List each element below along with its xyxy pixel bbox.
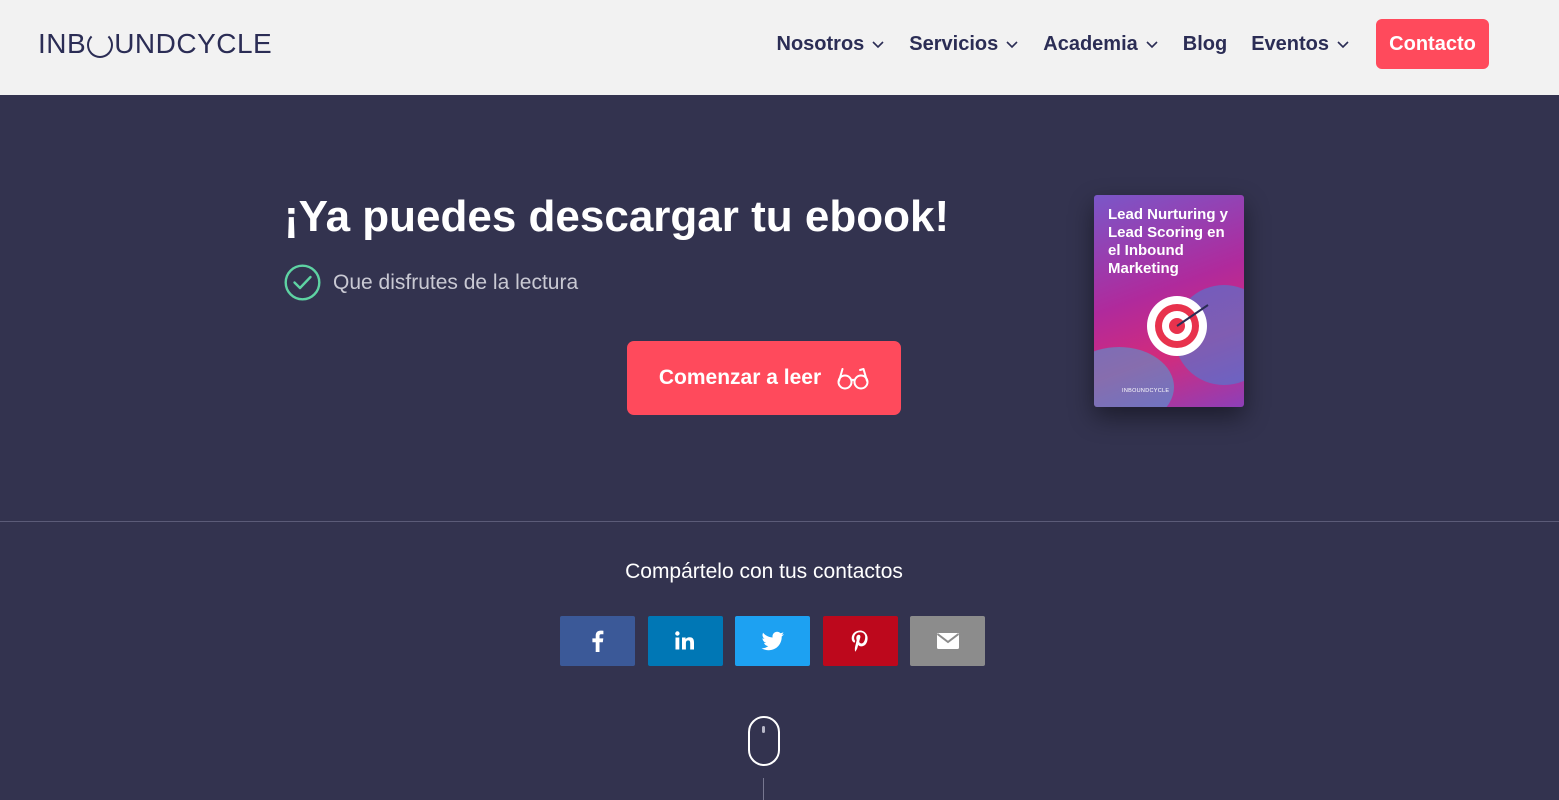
- nav-item-label: Nosotros: [776, 32, 865, 55]
- share-email-button[interactable]: [910, 616, 985, 666]
- ebook-cover: Lead Nurturing y Lead Scoring en el Inbo…: [1094, 195, 1244, 407]
- chevron-down-icon: [872, 41, 884, 49]
- share-label: Compártelo con tus contactos: [625, 560, 903, 583]
- check-circle-icon: [284, 264, 321, 301]
- nav-item-label: Blog: [1182, 32, 1228, 55]
- nav-item-label: Eventos: [1251, 32, 1329, 55]
- scroll-down-mouse-icon[interactable]: [748, 716, 780, 766]
- nav-item-label: Servicios: [909, 32, 999, 55]
- mouse-wheel: [762, 726, 765, 733]
- logo-text-end: UNDCYCLE: [114, 28, 273, 59]
- linkedin-icon: [675, 631, 694, 650]
- envelope-icon: [936, 633, 959, 649]
- pinterest-icon: [851, 630, 868, 652]
- nav-item-nosotros[interactable]: Nosotros: [777, 33, 886, 56]
- chevron-down-icon: [1337, 41, 1349, 49]
- scroll-indicator-line: [763, 778, 764, 800]
- success-text: Que disfrutes de la lectura: [333, 270, 579, 294]
- site-header: INB UNDCYCLE Nosotros Servicios Academia …: [0, 0, 1559, 95]
- ebook-title: Lead Nurturing y Lead Scoring en el Inbo…: [1108, 206, 1229, 277]
- start-reading-label: Comenzar a leer: [658, 366, 822, 389]
- nav-item-label: Academia: [1043, 32, 1138, 55]
- ebook-brand: INBOUNDCYCLE: [1122, 388, 1170, 394]
- twitter-icon: [761, 631, 784, 651]
- contact-button[interactable]: Contacto: [1376, 19, 1489, 69]
- share-buttons: [560, 616, 998, 666]
- inboundcycle-logo[interactable]: INB UNDCYCLE: [38, 27, 272, 61]
- nav-item-blog[interactable]: Blog: [1183, 33, 1227, 56]
- glasses-icon: [837, 368, 869, 390]
- logo-o-ring-icon: [87, 32, 114, 58]
- section-divider: [0, 521, 1559, 522]
- logo-text-start: INB: [38, 28, 87, 59]
- share-linkedin-button[interactable]: [647, 616, 723, 666]
- nav-item-servicios[interactable]: Servicios: [909, 33, 1019, 56]
- page-title: ¡Ya puedes descargar tu ebook!: [284, 192, 950, 241]
- share-facebook-button[interactable]: [560, 616, 635, 666]
- target-illustration-icon: [1147, 296, 1209, 356]
- success-message: Que disfrutes de la lectura: [284, 264, 578, 301]
- facebook-icon: [591, 630, 603, 652]
- main-nav: Nosotros Servicios Academia Blog Eventos…: [753, 19, 1489, 69]
- share-twitter-button[interactable]: [735, 616, 810, 666]
- share-pinterest-button[interactable]: [822, 616, 898, 666]
- nav-item-eventos[interactable]: Eventos: [1251, 33, 1350, 56]
- start-reading-button[interactable]: Comenzar a leer: [627, 341, 901, 415]
- chevron-down-icon: [1146, 41, 1158, 49]
- chevron-down-icon: [1006, 41, 1018, 49]
- nav-item-academia[interactable]: Academia: [1043, 33, 1159, 56]
